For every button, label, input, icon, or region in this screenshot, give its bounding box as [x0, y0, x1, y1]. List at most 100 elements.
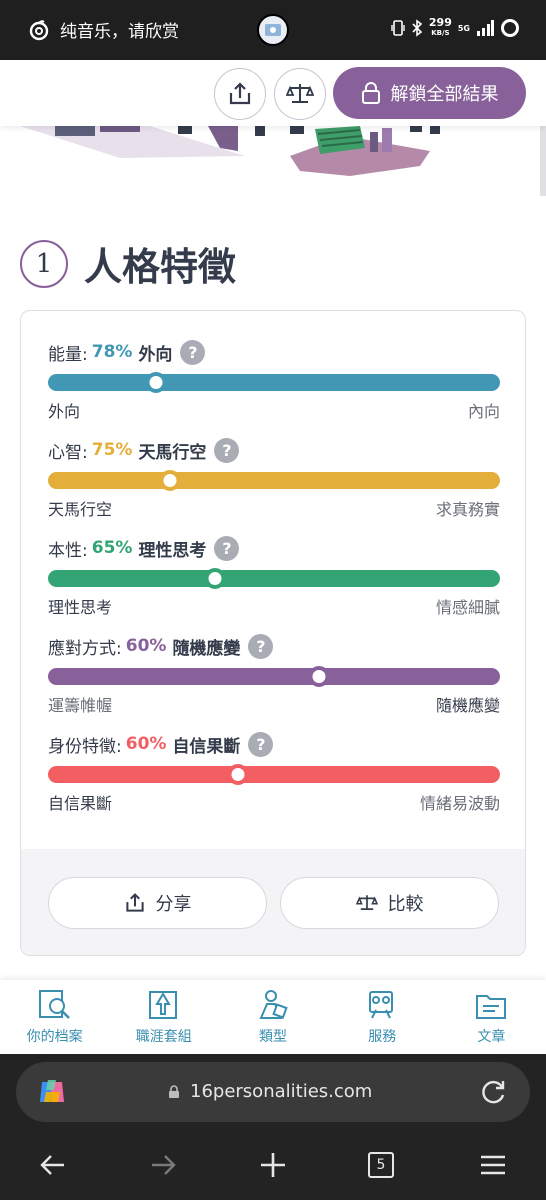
- trait-pole-labels: 天馬行空 求真務實: [48, 496, 500, 520]
- lock-icon: [169, 1084, 179, 1098]
- card-share-label: 分享: [155, 894, 192, 915]
- articles-icon: [476, 995, 507, 1019]
- site-bottom-nav: 你的档案 職涯套組 類型 服務 文章: [0, 980, 546, 1054]
- trait-percent: 65%: [91, 538, 133, 558]
- trait-percent: 60%: [125, 734, 167, 754]
- card-compare-label: 比較: [387, 894, 424, 915]
- trait-knob: [227, 764, 249, 785]
- now-playing-text: 纯音乐，请欣赏: [60, 22, 179, 42]
- trait-heading: 本性: 65% 理性思考 ?: [48, 535, 500, 561]
- url-text: 16personalities.com: [190, 1081, 373, 1102]
- top-action-bar: 解鎖全部結果: [0, 60, 546, 126]
- nav-label: 類型: [259, 1029, 287, 1045]
- nav-item-articles[interactable]: 文章: [437, 980, 546, 1054]
- trait-left-label: 自信果斷: [48, 794, 113, 813]
- forward-icon[interactable]: [148, 1150, 178, 1180]
- battery-ring-icon: [501, 19, 519, 37]
- reload-icon[interactable]: [480, 1078, 508, 1106]
- net-speed-value: 299: [428, 16, 452, 29]
- scales-icon: [286, 84, 314, 103]
- trait-left-label: 天馬行空: [48, 500, 113, 519]
- nav-label: 職涯套組: [135, 1029, 192, 1045]
- nav-item-profile[interactable]: 你的档案: [0, 980, 109, 1054]
- trait-right-label: 內向: [467, 402, 500, 421]
- trait-percent: 60%: [125, 636, 167, 656]
- signal-icon: [477, 20, 494, 36]
- trait-heading: 身份特徵: 60% 自信果斷 ?: [48, 731, 500, 757]
- compare-button[interactable]: [274, 68, 326, 120]
- help-icon[interactable]: ?: [248, 731, 274, 757]
- trait-pole-labels: 理性思考 情感細膩: [48, 594, 500, 618]
- now-playing: 纯音乐，请欣赏: [28, 17, 179, 42]
- copilot-icon[interactable]: [36, 1076, 68, 1108]
- trait-percent: 75%: [91, 440, 133, 460]
- nav-label: 文章: [477, 1029, 506, 1045]
- trait-right-label: 情緒易波動: [419, 794, 500, 813]
- section-number: 1: [20, 239, 68, 288]
- unlock-results-label: 解鎖全部結果: [390, 84, 499, 105]
- section-heading: 1 人格特徵: [20, 236, 236, 291]
- bluetooth-icon: [412, 19, 423, 37]
- trait-nature: 本性: 65% 理性思考 ? 理性思考 情感細膩: [48, 535, 500, 618]
- trait-pole-labels: 外向 內向: [48, 398, 500, 422]
- tab-count-button[interactable]: 5: [368, 1152, 394, 1178]
- nav-label: 服務: [368, 1029, 397, 1045]
- back-icon[interactable]: [38, 1150, 68, 1180]
- music-app-icon: [29, 19, 49, 40]
- menu-icon[interactable]: [478, 1150, 508, 1180]
- trait-bar: [48, 372, 500, 393]
- trait-knob: [308, 666, 330, 687]
- hero-illustration: [0, 126, 546, 206]
- nav-item-types[interactable]: 類型: [218, 980, 327, 1054]
- trait-knob: [159, 470, 181, 491]
- help-icon[interactable]: ?: [180, 339, 206, 365]
- trait-name: 心智:: [48, 442, 88, 463]
- net-speed-unit: KB/S: [431, 29, 450, 37]
- trait-dominant: 理性思考: [138, 540, 207, 561]
- unlock-results-button[interactable]: 解鎖全部結果: [333, 67, 526, 119]
- city-illustration: [20, 126, 546, 196]
- trait-knob: [204, 568, 226, 589]
- status-icons: 299 KB/S 5G: [391, 16, 520, 38]
- trait-heading: 能量: 78% 外向 ?: [48, 339, 500, 365]
- trait-right-label: 隨機應變: [435, 696, 500, 715]
- trait-bar: [48, 470, 500, 491]
- nav-item-services[interactable]: 服務: [328, 980, 437, 1054]
- help-icon[interactable]: ?: [214, 535, 240, 561]
- browser-chrome: 16personalities.com 5: [0, 1054, 546, 1200]
- trait-right-label: 求真務實: [435, 500, 500, 519]
- card-compare-button[interactable]: 比較: [280, 877, 499, 929]
- trait-bar: [48, 666, 500, 687]
- trait-percent: 78%: [91, 342, 133, 362]
- trait-mind: 心智: 75% 天馬行空 ? 天馬行空 求真務實: [48, 437, 500, 520]
- trait-left-label: 理性思考: [48, 598, 113, 617]
- nav-item-career[interactable]: 職涯套組: [109, 980, 218, 1054]
- trait-pole-labels: 自信果斷 情緒易波動: [48, 790, 500, 814]
- trait-name: 能量:: [48, 344, 88, 365]
- trait-tactics: 應對方式: 60% 隨機應變 ? 運籌帷幄 隨機應變: [48, 633, 500, 716]
- share-icon: [125, 893, 144, 912]
- trait-pole-labels: 運籌帷幄 隨機應變: [48, 692, 500, 716]
- trait-bar: [48, 764, 500, 785]
- nav-label: 你的档案: [26, 1029, 83, 1045]
- trait-bar: [48, 568, 500, 589]
- traits-card: 能量: 78% 外向 ? 外向 內向 心智: 75% 天馬行空 ? 天馬行空 求…: [20, 310, 526, 956]
- trait-dominant: 外向: [138, 344, 173, 365]
- network-type: 5G: [457, 23, 470, 33]
- tab-count: 5: [376, 1157, 386, 1173]
- share-button[interactable]: [214, 68, 266, 120]
- url-display: 16personalities.com: [168, 1081, 372, 1102]
- profile-search-icon: [38, 990, 70, 1019]
- address-bar[interactable]: 16personalities.com: [16, 1062, 530, 1122]
- help-icon[interactable]: ?: [248, 633, 274, 659]
- floating-app-icon[interactable]: [253, 13, 293, 47]
- new-tab-icon[interactable]: [258, 1150, 288, 1180]
- card-actions: 分享 比較: [21, 849, 525, 955]
- vibrate-icon: [391, 20, 405, 36]
- services-icon: [369, 991, 394, 1019]
- trait-identity: 身份特徵: 60% 自信果斷 ? 自信果斷 情緒易波動: [48, 731, 500, 814]
- trait-name: 應對方式:: [48, 638, 122, 659]
- help-icon[interactable]: ?: [214, 437, 240, 463]
- card-share-button[interactable]: 分享: [48, 877, 267, 929]
- trait-knob: [145, 372, 167, 393]
